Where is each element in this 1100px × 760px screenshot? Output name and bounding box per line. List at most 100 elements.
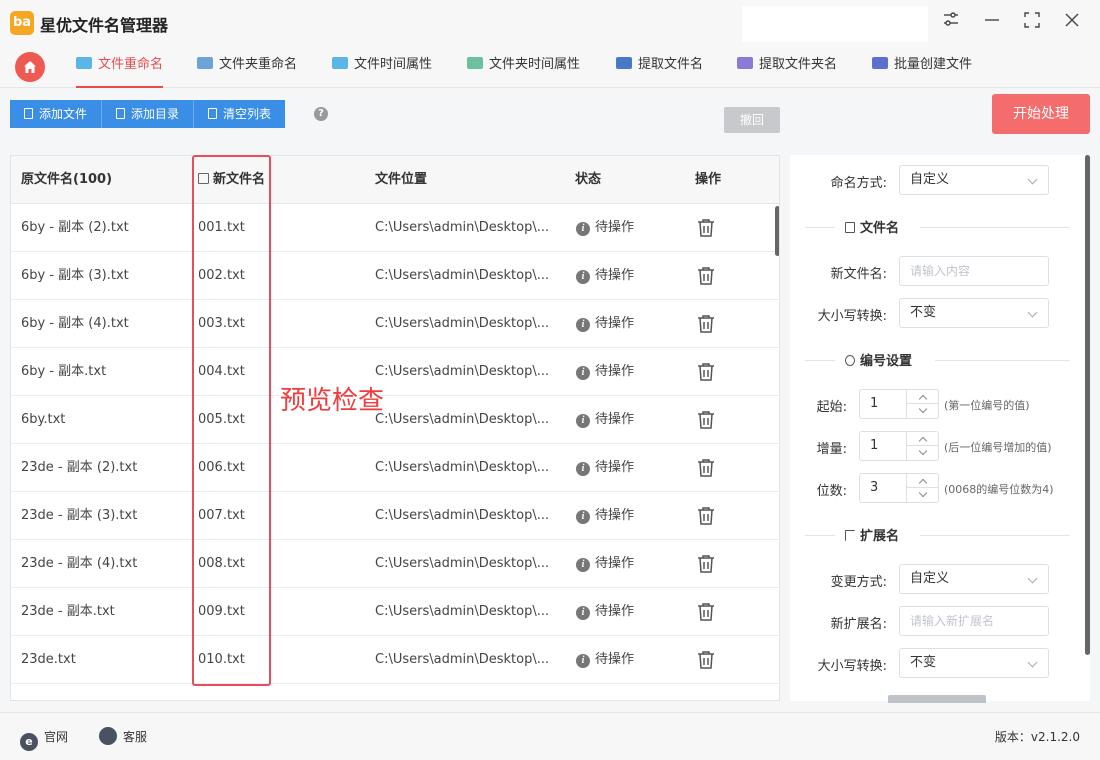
filename-section: 文件名 [805,217,1070,237]
stepper-down-icon[interactable] [907,488,939,502]
file-table: 原文件名(100) 新文件名 文件位置 状态 操作 6by - 副本 (2).t… [10,155,780,701]
digits-stepper[interactable]: 3 [859,473,939,503]
table-row[interactable]: 23de - 副本.txt 009.txt C:\Users\admin\Deskt… [11,588,779,636]
file-time-icon [332,57,348,69]
info-icon: i [576,318,590,332]
delete-trash-icon[interactable] [697,650,715,674]
support-link[interactable]: 客服 [99,727,147,747]
tab-folder-time[interactable]: 文件夹时间属性 [467,46,580,88]
chevron-down-icon [1027,657,1038,668]
partially-hidden-button[interactable] [888,695,986,703]
file-rename-icon [76,57,92,69]
info-icon: i [576,414,590,428]
table-row[interactable]: 23de - 副本 (3).txt 007.txt C:\Users\admin\D… [11,492,779,540]
minimize-icon[interactable] [979,10,1005,36]
file-location: C:\Users\admin\Desktop\... [375,556,550,571]
tab-file-rename[interactable]: 文件重命名 [76,46,164,88]
version-label: 版本：v2.1.2.0 [994,730,1080,744]
info-icon: i [576,462,590,476]
status-cell: i 待操作 [576,252,634,300]
table-scrollbar-track[interactable] [773,204,779,700]
start-label: 起始: [816,400,847,415]
stepper-down-icon[interactable] [907,446,939,460]
original-filename: 23de - 副本.txt [21,604,115,619]
original-filename: 23de - 副本 (2).txt [21,460,138,475]
add-directory-button[interactable]: 添加目录 [102,100,195,128]
header-original-name[interactable]: 原文件名(100) [21,156,112,204]
extension-case-select[interactable]: 不变 [899,648,1049,678]
info-icon: i [576,558,590,572]
folder-icon [116,108,126,119]
new-filename-input[interactable]: 请输入内容 [899,256,1049,286]
start-hint: (第一位编号的值) [944,399,1030,412]
start-processing-button[interactable]: 开始处理 [992,94,1090,134]
table-row[interactable]: 6by - 副本 (3).txt 002.txt C:\Users\admin\De… [11,252,779,300]
delete-trash-icon[interactable] [697,218,715,242]
table-row[interactable]: 6by.txt 005.txt C:\Users\admin\Desktop\...… [11,396,779,444]
delete-trash-icon[interactable] [697,314,715,338]
table-row[interactable]: 23de.txt 010.txt C:\Users\admin\Desktop\..… [11,636,779,684]
new-extension-label: 新扩展名: [830,617,887,632]
tab-file-time[interactable]: 文件时间属性 [332,46,432,88]
status-cell: i 待操作 [576,348,634,396]
delete-trash-icon[interactable] [697,554,715,578]
settings-sliders-icon[interactable] [938,10,964,36]
clear-list-button[interactable]: 清空列表 [194,100,286,128]
table-row[interactable]: 6by - 副本 (4).txt 003.txt C:\Users\admin\De… [11,300,779,348]
original-filename: 6by - 副本 (2).txt [21,220,129,235]
help-icon[interactable]: ? [314,107,328,121]
case-conversion-select[interactable]: 不变 [899,298,1049,328]
file-location: C:\Users\admin\Desktop\... [375,508,550,523]
new-extension-input[interactable]: 请输入新扩展名 [899,606,1049,636]
tab-extract-filename[interactable]: 提取文件名 [616,46,703,88]
maximize-icon[interactable] [1019,10,1045,36]
add-file-button[interactable]: 添加文件 [10,100,103,128]
info-icon: i [576,606,590,620]
home-button[interactable] [15,52,45,82]
naming-mode-select[interactable]: 自定义 [899,165,1049,195]
tab-batch-create[interactable]: 批量创建文件 [872,46,972,88]
delete-trash-icon[interactable] [697,506,715,530]
stepper-down-icon[interactable] [907,404,939,418]
table-body: 6by - 副本 (2).txt 001.txt C:\Users\admin\De… [11,204,779,684]
increment-hint: (后一位编号增加的值) [944,441,1052,454]
close-icon[interactable] [1059,10,1085,36]
change-mode-select[interactable]: 自定义 [899,564,1049,594]
stepper-up-icon[interactable] [907,432,939,446]
file-icon [24,108,33,119]
stepper-up-icon[interactable] [907,474,939,488]
table-row[interactable]: 23de - 副本 (4).txt 008.txt C:\Users\admin\D… [11,540,779,588]
batch-create-icon [872,57,888,69]
info-icon: i [576,510,590,524]
delete-trash-icon[interactable] [697,410,715,434]
tab-folder-rename[interactable]: 文件夹重命名 [197,46,297,88]
table-header: 原文件名(100) 新文件名 文件位置 状态 操作 [11,156,779,204]
delete-trash-icon[interactable] [697,266,715,290]
increment-stepper[interactable]: 1 [859,431,939,461]
file-section-icon [845,222,855,233]
title-bar: ba 星优文件名管理器 [0,0,1100,46]
original-filename: 23de - 副本 (3).txt [21,508,138,523]
info-icon: i [576,366,590,380]
info-icon: i [576,222,590,236]
file-location: C:\Users\admin\Desktop\... [375,460,550,475]
file-location: C:\Users\admin\Desktop\... [375,316,550,331]
chevron-down-icon [1027,573,1038,584]
tab-extract-foldername[interactable]: 提取文件夹名 [737,46,837,88]
table-row[interactable]: 6by - 副本.txt 004.txt C:\Users\admin\Deskto… [11,348,779,396]
table-row[interactable]: 23de - 副本 (2).txt 006.txt C:\Users\admin\D… [11,444,779,492]
delete-trash-icon[interactable] [697,458,715,482]
delete-trash-icon[interactable] [697,602,715,626]
undo-button[interactable]: 撤回 [724,107,780,133]
start-stepper[interactable]: 1 [859,389,939,419]
delete-trash-icon[interactable] [697,362,715,386]
table-row[interactable]: 6by - 副本 (2).txt 001.txt C:\Users\admin\De… [11,204,779,252]
chat-icon [99,727,117,745]
table-scrollbar[interactable] [775,206,779,256]
stepper-up-icon[interactable] [907,390,939,404]
status-cell: i 待操作 [576,396,634,444]
status-cell: i 待操作 [576,300,634,348]
website-link[interactable]: e 官网 [20,727,68,751]
settings-scrollbar[interactable] [1085,155,1090,655]
footer: e 官网 客服 版本：v2.1.2.0 [0,712,1100,760]
